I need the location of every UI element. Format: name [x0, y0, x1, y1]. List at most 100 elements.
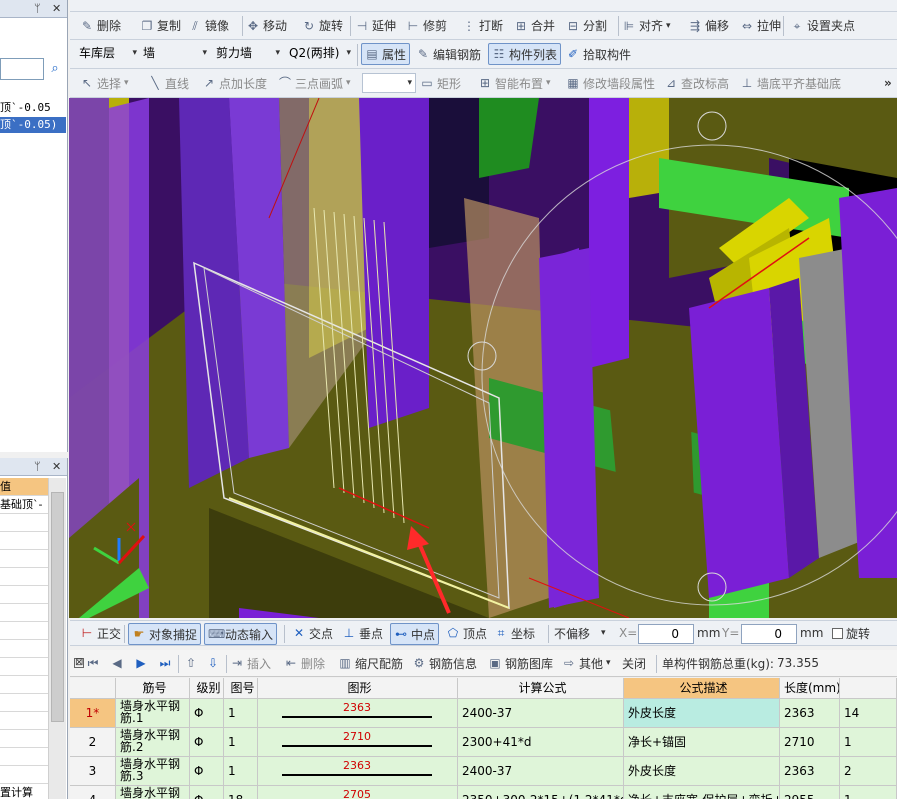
formula-cell[interactable]: 2350+300-2*15+(1.2*41*d... — [458, 786, 624, 799]
merge-button[interactable]: ⊞ 合并 — [514, 12, 555, 39]
pin-icon[interactable]: ᛘ — [34, 2, 41, 15]
rebar-name-cell[interactable]: 墙身水平钢 — [116, 786, 190, 799]
formula-desc-cell[interactable]: 净长+支座宽-保护层+弯折+ — [624, 786, 780, 799]
extend-button[interactable]: ⊣ 延伸 — [355, 12, 396, 39]
move-down-button[interactable]: ⇩ — [206, 650, 220, 676]
last-record-button[interactable]: ⏭ — [158, 650, 172, 676]
pin-icon[interactable]: ᛘ — [34, 460, 41, 473]
select-dropdown[interactable]: ↖ 选择 ▾ — [80, 69, 129, 97]
component-list-button[interactable]: ☷ 构件列表 — [488, 43, 562, 65]
figure-cell[interactable]: 1 — [224, 728, 258, 757]
property-row[interactable] — [0, 730, 48, 748]
tree-item-selected[interactable]: 顶`-0.05) — [0, 117, 66, 133]
object-snap-toggle[interactable]: ☛ 对象捕捉 — [128, 623, 202, 645]
move-up-button[interactable]: ⇧ — [184, 650, 198, 676]
row-number-cell[interactable]: 1* — [70, 699, 116, 728]
modify-wall-attr-button[interactable]: ▦ 修改墙段属性 — [566, 69, 655, 97]
trim-button[interactable]: ⊢ 修剪 — [406, 12, 447, 39]
3d-scene[interactable] — [69, 98, 897, 618]
formula-desc-cell[interactable]: 外皮长度 — [624, 757, 780, 786]
rebar-info-button[interactable]: ⚙ 钢筋信息 — [412, 650, 477, 676]
length-cell[interactable]: 2363 — [780, 699, 840, 728]
formula-desc-header[interactable]: 公式描述 — [624, 678, 780, 699]
close-icon[interactable]: ✕ — [52, 2, 61, 15]
row-number-cell[interactable]: 4 — [70, 786, 116, 799]
count-cell[interactable]: 2 — [840, 757, 897, 786]
delete-row-button[interactable]: ⇤ 删除 — [284, 650, 325, 676]
y-coordinate-input[interactable]: 0 — [741, 624, 797, 644]
arc-combo[interactable]: ▾ — [362, 73, 416, 93]
rebar-name-cell[interactable]: 墙身水平钢筋.3 — [116, 757, 190, 786]
check-elevation-button[interactable]: ⊿ 查改标高 — [664, 69, 729, 97]
dynamic-input-toggle[interactable]: ⌨ 动态输入 — [204, 623, 278, 645]
perpendicular-snap[interactable]: ⊥ 垂点 — [342, 621, 383, 645]
figure-header[interactable]: 图号 — [224, 678, 258, 699]
property-row[interactable] — [0, 676, 48, 694]
grade-cell[interactable]: Φ — [190, 699, 224, 728]
property-row[interactable] — [0, 586, 48, 604]
rebar-name-cell[interactable]: 墙身水平钢筋.1 — [116, 699, 190, 728]
more-button[interactable]: » — [884, 69, 892, 97]
align-bottom-button[interactable]: ⊥ 墙底平齐基础底 — [740, 69, 841, 97]
line-button[interactable]: ╲ 直线 — [148, 69, 189, 97]
property-row[interactable] — [0, 604, 48, 622]
formula-header[interactable]: 计算公式 — [458, 678, 624, 699]
formula-cell[interactable]: 2300+41*d — [458, 728, 624, 757]
other-dropdown[interactable]: ⇨ 其他 ▾ — [562, 650, 611, 676]
property-row[interactable] — [0, 640, 48, 658]
formula-cell[interactable]: 2400-37 — [458, 757, 624, 786]
rebar-name-cell[interactable]: 墙身水平钢筋.2 — [116, 728, 190, 757]
grade-cell[interactable]: Φ — [190, 728, 224, 757]
row-number-header[interactable] — [70, 678, 116, 699]
stretch-button[interactable]: ⇔ 拉伸 — [740, 12, 781, 39]
collapse-icon[interactable]: ⊠ — [74, 650, 84, 676]
pick-component-button[interactable]: ✐ 拾取构件 — [566, 40, 631, 68]
shape-cell[interactable]: 2710 — [258, 728, 458, 757]
close-icon[interactable]: ✕ — [52, 460, 61, 473]
property-row[interactable] — [0, 550, 48, 568]
shape-cell[interactable]: 2705 — [258, 786, 458, 799]
type-select[interactable]: 剪力墙 ▾ — [213, 44, 283, 64]
property-scrollbar[interactable] — [48, 478, 66, 799]
formula-desc-cell[interactable]: 净长+锚固 — [624, 728, 780, 757]
formula-cell[interactable]: 2400-37 — [458, 699, 624, 728]
insert-button[interactable]: ⇥ 插入 — [230, 650, 271, 676]
property-row[interactable] — [0, 694, 48, 712]
property-row[interactable]: 置计算 — [0, 784, 48, 799]
property-row[interactable] — [0, 712, 48, 730]
formula-desc-cell[interactable]: 外皮长度 — [624, 699, 780, 728]
rotate-button[interactable]: ↻ 旋转 — [302, 12, 343, 39]
length-header[interactable]: 长度(mm) — [780, 678, 840, 699]
property-row[interactable] — [0, 748, 48, 766]
row-number-cell[interactable]: 3 — [70, 757, 116, 786]
search-icon[interactable]: ⌕ — [44, 58, 66, 80]
vertex-snap[interactable]: ⬠ 顶点 — [446, 621, 487, 645]
break-button[interactable]: ⋮ 打断 — [462, 12, 503, 39]
copy-button[interactable]: ❐ 复制 — [140, 12, 181, 39]
3d-viewport[interactable] — [69, 98, 897, 618]
ortho-toggle[interactable]: ⊢ 正交 — [80, 621, 121, 645]
rotate-checkbox[interactable]: 旋转 — [832, 621, 870, 645]
count-cell[interactable]: 14 — [840, 699, 897, 728]
property-row[interactable]: 基础顶`- — [0, 496, 48, 514]
next-record-button[interactable]: ▶ — [134, 650, 148, 676]
align-dropdown[interactable]: ⊫ 对齐 ▾ — [622, 12, 671, 39]
delete-button[interactable]: ✎ 删除 — [80, 12, 121, 39]
close-button[interactable]: 关闭 — [622, 650, 646, 676]
figure-cell[interactable]: 1 — [224, 699, 258, 728]
row-number-cell[interactable]: 2 — [70, 728, 116, 757]
scroll-thumb[interactable] — [51, 492, 64, 722]
intersection-snap[interactable]: ✕ 交点 — [292, 621, 333, 645]
length-cell[interactable]: 2710 — [780, 728, 840, 757]
property-row[interactable] — [0, 766, 48, 784]
mirror-button[interactable]: ⫽ 镜像 — [188, 12, 229, 39]
length-cell[interactable]: 2363 — [780, 757, 840, 786]
figure-cell[interactable]: 18 — [224, 786, 258, 799]
grade-header[interactable]: 级别 — [190, 678, 224, 699]
midpoint-snap[interactable]: ⊷ 中点 — [390, 623, 440, 645]
rect-button[interactable]: ▭ 矩形 — [420, 69, 461, 97]
property-row[interactable] — [0, 658, 48, 676]
scale-rebar-button[interactable]: ▥ 缩尺配筋 — [338, 650, 403, 676]
split-button[interactable]: ⊟ 分割 — [566, 12, 607, 39]
length-cell[interactable]: 2955 — [780, 786, 840, 799]
